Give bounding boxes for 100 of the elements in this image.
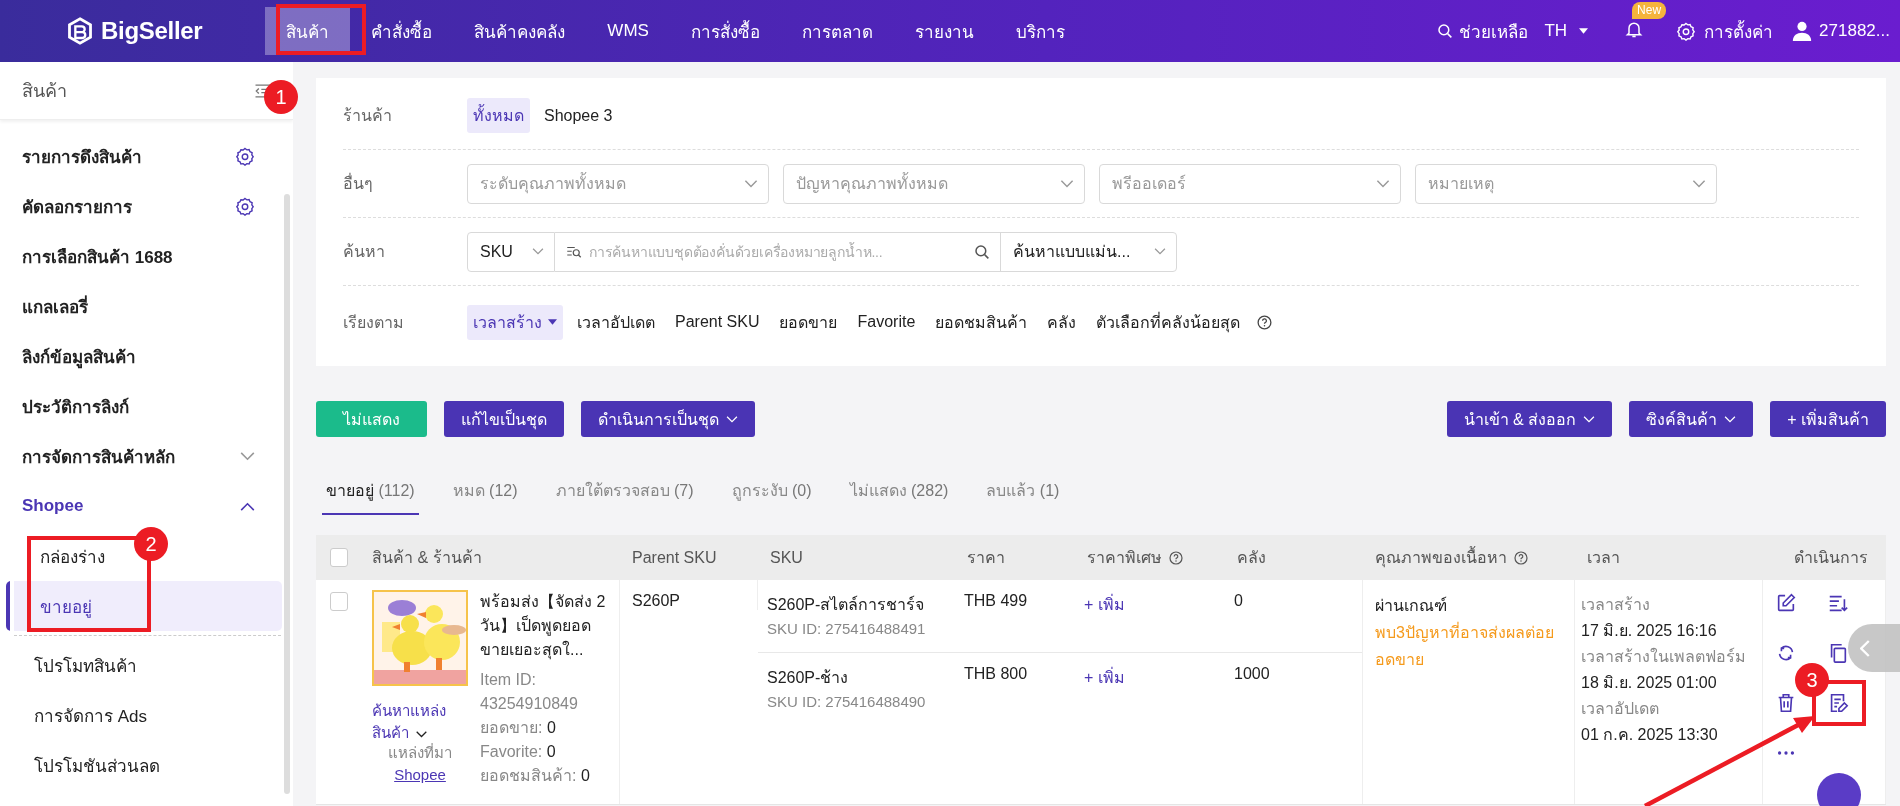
price: THB 499 (964, 592, 1028, 610)
sku-name: S260P-สไตล์การชาร์จ (767, 594, 925, 615)
source-link[interactable]: Shopee (394, 764, 446, 786)
sidebar-subitem[interactable]: กล่องร่าง (14, 531, 115, 581)
sidebar-subitem[interactable]: การจัดการ Ads (14, 690, 158, 740)
sidebar-item[interactable]: แกลเลอรี่ (22, 292, 88, 320)
settings-icon[interactable] (235, 196, 255, 216)
nav-item[interactable]: การสั่งซื้อ (669, 7, 781, 55)
time-label: เวลาสร้าง (1581, 595, 1650, 615)
quality-status: ผ่านเกณฑ์ (1375, 595, 1447, 616)
nav-item[interactable]: สินค้าคงคลัง (453, 7, 587, 55)
stock-count: 0 (1234, 592, 1243, 610)
column-header: Parent SKU (632, 548, 717, 567)
sidebar-item[interactable]: การเลือกสินค้า 1688 (22, 242, 173, 270)
time-value: 18 มิ.ย. 2025 01:00 (1581, 673, 1717, 693)
product-title[interactable]: พร้อมส่ง【จัดส่ง 2 วัน】เป็ดพูดยอดขายเยอะสุดใ... (480, 590, 607, 662)
status-tab[interactable]: ลบแล้ว (1) (982, 470, 1064, 515)
status-tab[interactable]: หมด (12) (448, 470, 522, 515)
chevron-down-icon (1376, 179, 1390, 188)
price: THB 800 (964, 665, 1028, 683)
settings-icon[interactable] (235, 146, 255, 166)
add-special-price-link[interactable]: + เพิ่ม (1084, 592, 1125, 617)
table-cell: S260P (620, 580, 758, 610)
filter-label: ร้านค้า (343, 106, 393, 126)
scrollbar[interactable] (284, 194, 290, 794)
chevron-up-icon[interactable] (240, 501, 255, 511)
status-tab[interactable]: ไม่แสดง (282) (845, 470, 953, 515)
sidebar-subitem[interactable]: ขายอยู่ (6, 581, 282, 631)
nav-item[interactable]: รายงาน (893, 7, 995, 55)
chevron-down-icon (532, 248, 544, 255)
caret-down-icon[interactable] (548, 319, 557, 325)
column-header: ราคา (967, 548, 1005, 568)
language-selector[interactable]: TH (1544, 21, 1589, 41)
filter-label: เรียงตาม (343, 312, 405, 333)
column-header: เวลา (1587, 548, 1620, 568)
time-label: เวลาอัปเดต (1581, 699, 1659, 719)
source-label: แหล่งที่มา (388, 742, 452, 763)
column-header: ดำเนินการ (1794, 548, 1868, 568)
time-label: เวลาสร้างในเพลตฟอร์ม (1581, 646, 1746, 667)
sort-option[interactable]: ตัวเลือกที่คลังน้อยสุด (1090, 304, 1247, 340)
column-header: SKU (770, 548, 803, 567)
nav-item[interactable]: สินค้า (265, 7, 351, 55)
sku-name: S260P-ช้าง (767, 668, 849, 688)
status-tab[interactable]: ภายใต้ตรวจสอบ (7) (551, 470, 698, 515)
user-icon[interactable] (1791, 20, 1814, 42)
sku-id: SKU ID: 275416488491 (767, 620, 926, 637)
sort-option[interactable]: คลัง (1041, 304, 1083, 340)
new-badge: New (1632, 1, 1667, 19)
settings-link[interactable]: การตั้งค่า (1704, 17, 1774, 45)
sort-option[interactable]: เวลาอัปเดต (571, 304, 661, 340)
column-header: คลัง (1237, 548, 1266, 568)
item-id: Item ID: 43254910849 (480, 670, 579, 714)
filter-label: อื่นๆ (343, 172, 374, 194)
nav-item[interactable]: คำสั่งซื้อ (350, 7, 454, 55)
sidebar-title: สินค้า (22, 80, 67, 103)
filter-label: ค้นหา (343, 242, 386, 262)
filter-option[interactable]: ทั้งหมด (467, 98, 530, 133)
search-icon[interactable] (973, 242, 991, 261)
source-search-link[interactable]: ค้นหาแหล่งสินค้า (372, 700, 452, 744)
product-stat: ยอดขาย: 0 (480, 718, 557, 738)
time-value: 01 ก.ค. 2025 13:30 (1581, 725, 1718, 745)
chevron-down-icon (1692, 179, 1706, 188)
account-name[interactable]: 271882... (1819, 21, 1890, 41)
sidebar-subitem[interactable]: โปรโมทสินค้า (14, 640, 147, 690)
caret-down-icon[interactable] (1579, 28, 1589, 34)
nav-item[interactable]: การตลาด (780, 7, 894, 55)
nav-item[interactable]: บริการ (994, 7, 1086, 55)
search-type-dropdown[interactable]: SKU (467, 231, 555, 272)
sort-option[interactable]: ยอดขาย (773, 304, 844, 340)
sidebar-item[interactable]: ลิงก์ข้อมูลสินค้า (22, 342, 136, 370)
nav-item[interactable]: WMS (586, 7, 670, 55)
product-stat: ยอดชมสินค้า: 0 (480, 766, 591, 786)
sidebar-subitem[interactable]: โปรโมชันส่วนลด (14, 740, 170, 790)
status-tab[interactable]: ถูกระงับ (0) (727, 470, 816, 515)
chevron-down-icon (1060, 179, 1074, 188)
sku-id: SKU ID: 275416488490 (767, 693, 926, 710)
search-icon[interactable] (1436, 22, 1455, 40)
sort-option[interactable]: ยอดชมสินค้า (929, 304, 1034, 340)
search-mode-dropdown[interactable]: ค้นหาแบบแม่น... (1000, 231, 1177, 272)
sidebar-item[interactable]: คัดลอกรายการ (22, 192, 132, 220)
chevron-down-icon (744, 179, 758, 188)
logo-icon (66, 17, 94, 45)
product-stat: Favorite: 0 (480, 742, 557, 762)
sidebar-item[interactable]: ประวัติการลิงก์ (22, 392, 129, 420)
sort-option[interactable]: Favorite (851, 308, 922, 336)
help-link[interactable]: ช่วยเหลือ (1459, 17, 1529, 45)
sort-option[interactable]: เวลาสร้าง (467, 304, 563, 340)
sidebar-group[interactable]: การจัดการสินค้าหลัก (22, 442, 175, 470)
chevron-down-icon (1154, 248, 1166, 255)
column-header: ราคาพิเศษ (1087, 548, 1162, 568)
sidebar-item[interactable]: รายการดึงสินค้า (22, 142, 142, 170)
add-special-price-link[interactable]: + เพิ่ม (1084, 665, 1125, 690)
search-field[interactable]: การค้นหาแบบชุดต้องคั่นด้วยเครื่องหมายลูกน้ำห... (555, 231, 1001, 272)
sidebar-group[interactable]: Shopee (22, 496, 84, 516)
filter-option[interactable]: Shopee 3 (538, 101, 619, 130)
logo-text: BigSeller (101, 17, 203, 45)
time-value: 17 มิ.ย. 2025 16:16 (1581, 621, 1717, 641)
stock-count: 1000 (1234, 665, 1270, 683)
status-tab[interactable]: ขายอยู่ (112) (322, 470, 419, 515)
sort-option[interactable]: Parent SKU (669, 308, 766, 336)
